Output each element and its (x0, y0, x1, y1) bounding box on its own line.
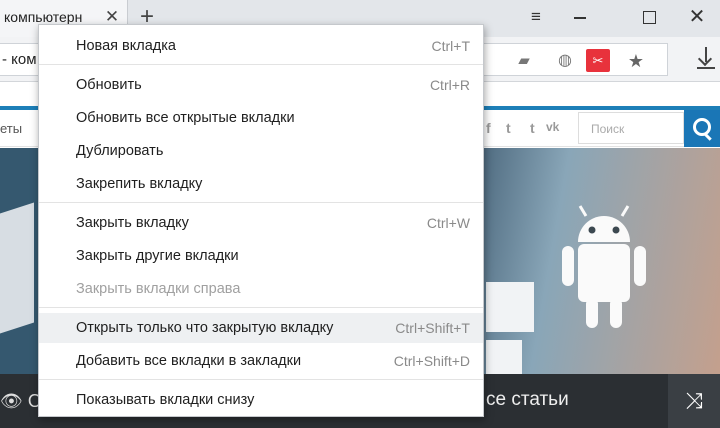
maximize-icon[interactable] (626, 3, 670, 31)
tab-title: компьютерн (4, 9, 83, 25)
download-icon[interactable] (696, 45, 716, 73)
menu-item-reload-all[interactable]: Обновить все открытые вкладки (39, 103, 483, 133)
menu-item-label: Открыть только что закрытую вкладку (76, 320, 334, 336)
shuffle-icon[interactable]: ⤨ (668, 374, 720, 428)
menu-item-tabs-at-bottom[interactable]: Показывать вкладки снизу (39, 385, 483, 415)
windows-logo-tile (486, 282, 534, 332)
menu-item-duplicate[interactable]: Дублировать (39, 136, 483, 166)
menu-item-close-other-tabs[interactable]: Закрыть другие вкладки (39, 241, 483, 271)
browser-window: компьютерн ✕ + ≡ ✕ - ком ▰ ◍ ✂ ★ еты f t… (0, 0, 720, 428)
menu-item-close-tabs-right: Закрыть вкладки справа (39, 274, 483, 304)
menu-item-label: Новая вкладка (76, 38, 176, 54)
browser-menu-icon[interactable]: ≡ (514, 3, 558, 31)
search-placeholder: Поиск (591, 122, 625, 136)
tab-context-menu: Новая вкладка Ctrl+T Обновить Ctrl+R Обн… (38, 24, 484, 417)
menu-item-label: Закрыть вкладки справа (76, 281, 241, 297)
menu-item-new-tab[interactable]: Новая вкладка Ctrl+T (39, 31, 483, 61)
globe-icon[interactable]: ◍ (555, 51, 575, 71)
menu-item-reopen-closed-tab[interactable]: Открыть только что закрытую вкладку Ctrl… (39, 313, 483, 343)
menu-item-label: Закрыть другие вкладки (76, 248, 239, 264)
menu-item-label: Обновить (76, 77, 142, 93)
menu-item-label: Закрепить вкладку (76, 176, 203, 192)
menu-item-pin-tab[interactable]: Закрепить вкладку (39, 169, 483, 199)
menu-separator (39, 307, 483, 308)
menu-item-shortcut: Ctrl+Shift+D (393, 353, 470, 369)
menu-item-label: Обновить все открытые вкладки (76, 110, 295, 126)
site-search-input[interactable]: Поиск (578, 112, 684, 144)
nav-link[interactable]: еты (0, 121, 22, 136)
tumblr-icon[interactable]: t (530, 120, 535, 136)
menu-separator (39, 64, 483, 65)
menu-item-shortcut: Ctrl+T (431, 38, 471, 54)
minimize-icon[interactable] (558, 3, 602, 31)
bookmark-star-icon[interactable]: ★ (625, 51, 647, 71)
menu-item-label: Добавить все вкладки в закладки (76, 353, 302, 369)
menu-item-label: Закрыть вкладку (76, 215, 189, 231)
twitter-icon[interactable]: t (506, 120, 511, 136)
menu-item-bookmark-all-tabs[interactable]: Добавить все вкладки в закладки Ctrl+Shi… (39, 346, 483, 376)
close-window-icon[interactable]: ✕ (675, 3, 719, 31)
facebook-icon[interactable]: f (486, 120, 491, 136)
flag-icon[interactable]: ▰ (514, 51, 534, 71)
all-articles-link[interactable]: се статьи (486, 389, 569, 411)
menu-item-label: Дублировать (76, 143, 164, 159)
extension-icon[interactable]: ✂ (586, 49, 610, 72)
menu-separator (39, 379, 483, 380)
vk-icon[interactable]: vk (546, 120, 559, 134)
eye-icon: 👁 О (0, 391, 42, 411)
hero-left-graphic (0, 148, 40, 374)
android-robot-icon (562, 205, 646, 328)
menu-item-shortcut: Ctrl+R (429, 77, 470, 93)
address-text: - ком (2, 51, 37, 68)
search-icon[interactable] (684, 110, 720, 147)
menu-item-shortcut: Ctrl+Shift+T (395, 320, 470, 336)
menu-item-reload[interactable]: Обновить Ctrl+R (39, 70, 483, 100)
menu-item-close-tab[interactable]: Закрыть вкладку Ctrl+W (39, 208, 483, 238)
menu-item-label: Показывать вкладки снизу (76, 392, 255, 408)
menu-item-shortcut: Ctrl+W (426, 215, 470, 231)
menu-separator (39, 202, 483, 203)
